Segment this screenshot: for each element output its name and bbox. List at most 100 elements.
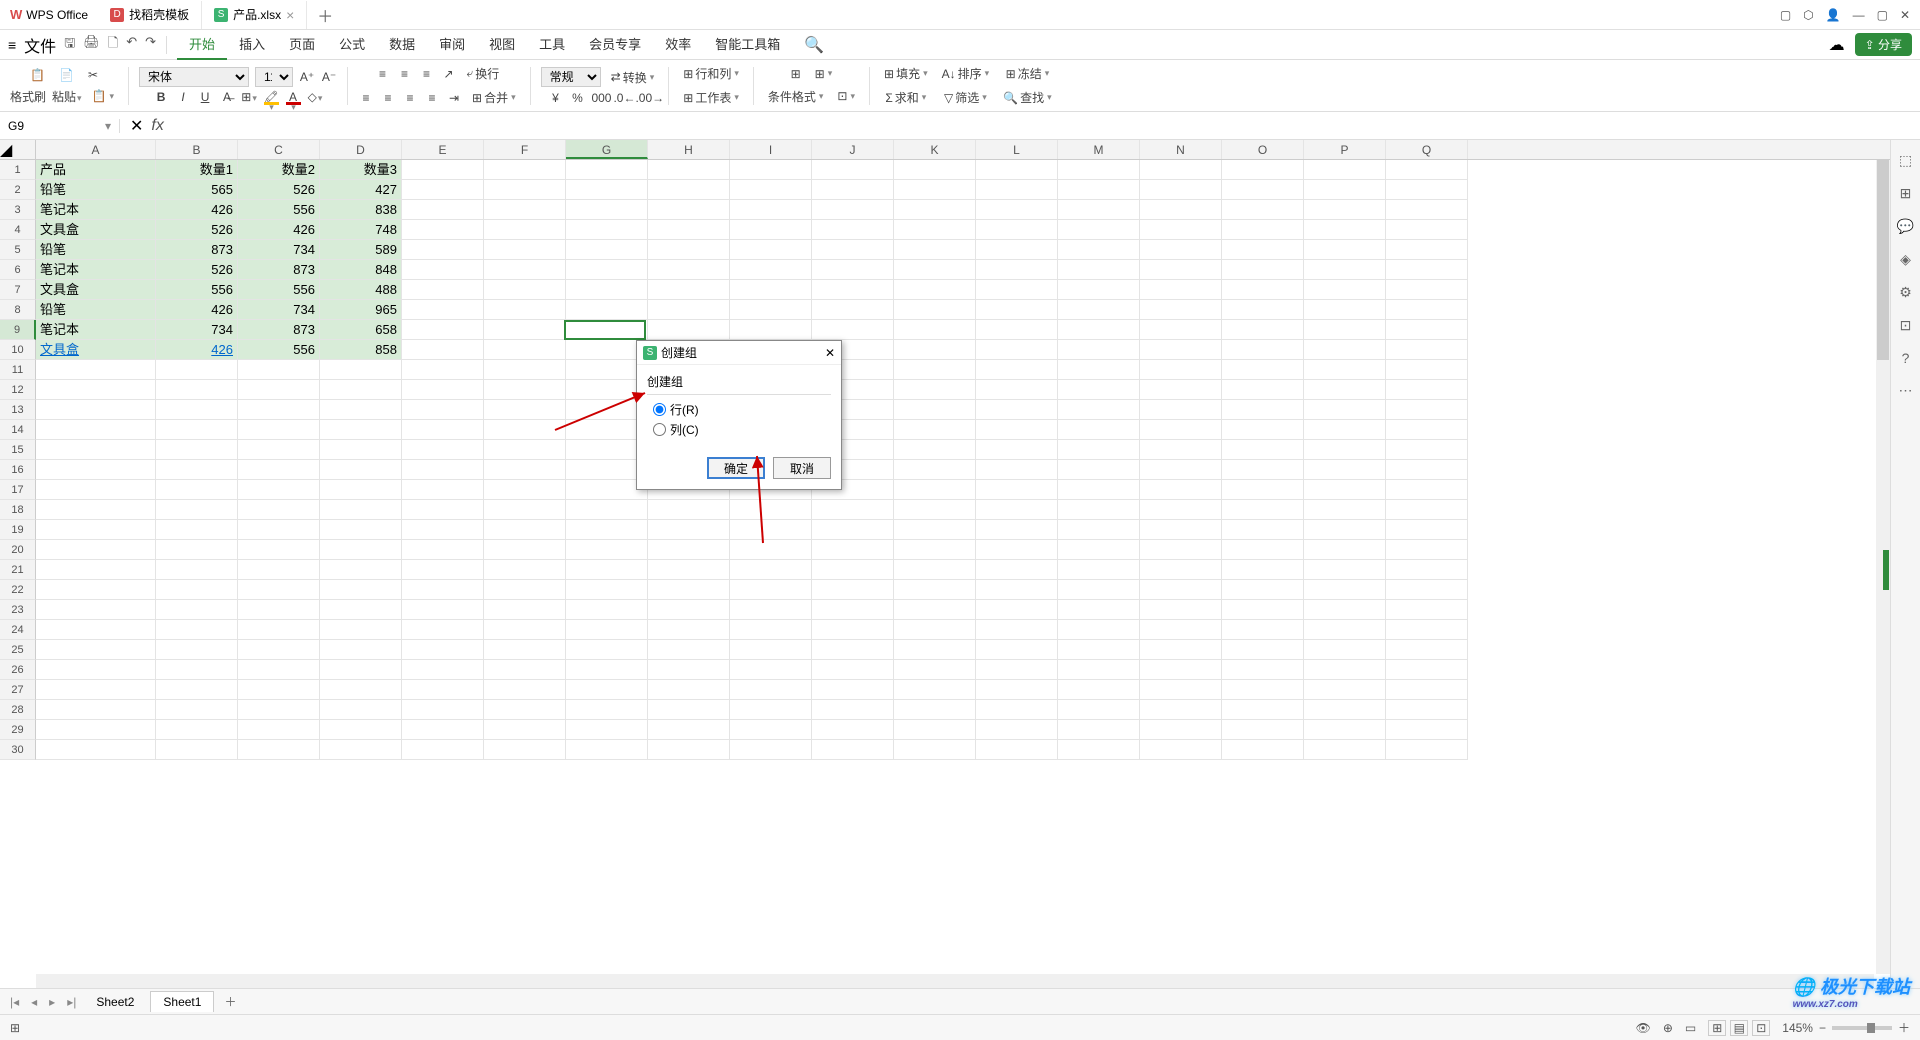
cell[interactable] bbox=[1140, 620, 1222, 640]
cell[interactable] bbox=[894, 720, 976, 740]
col-header-A[interactable]: A bbox=[36, 140, 156, 159]
cell[interactable] bbox=[894, 620, 976, 640]
cell[interactable] bbox=[566, 620, 648, 640]
cell[interactable] bbox=[1304, 200, 1386, 220]
apps-icon[interactable]: ⊡ bbox=[1900, 317, 1912, 334]
cell[interactable] bbox=[1386, 520, 1468, 540]
sheet-nav-first[interactable]: |◂ bbox=[6, 995, 23, 1009]
cell[interactable] bbox=[566, 640, 648, 660]
cell[interactable] bbox=[36, 620, 156, 640]
cell[interactable] bbox=[566, 580, 648, 600]
cell[interactable] bbox=[1222, 500, 1304, 520]
strikethrough-icon[interactable]: A̶ bbox=[219, 90, 235, 104]
font-select[interactable]: 宋体 bbox=[139, 67, 249, 87]
cell[interactable] bbox=[36, 720, 156, 740]
redo-icon[interactable]: ↷ bbox=[145, 34, 156, 56]
increase-decimal-icon[interactable]: .00→ bbox=[635, 91, 651, 105]
row-header[interactable]: 2 bbox=[0, 180, 36, 200]
cell[interactable] bbox=[1386, 280, 1468, 300]
cell[interactable] bbox=[648, 700, 730, 720]
row-header[interactable]: 11 bbox=[0, 360, 36, 380]
zoom-level[interactable]: 145% bbox=[1782, 1021, 1813, 1035]
cell[interactable] bbox=[484, 540, 566, 560]
cell[interactable] bbox=[156, 700, 238, 720]
row-header[interactable]: 17 bbox=[0, 480, 36, 500]
cell[interactable] bbox=[566, 200, 648, 220]
cell[interactable] bbox=[1222, 740, 1304, 760]
cell[interactable] bbox=[976, 560, 1058, 580]
cell[interactable] bbox=[976, 640, 1058, 660]
row-header[interactable]: 28 bbox=[0, 700, 36, 720]
row-header[interactable]: 9 bbox=[0, 320, 36, 340]
convert-button[interactable]: ⇄ 转换 bbox=[607, 67, 659, 88]
cell[interactable] bbox=[484, 200, 566, 220]
cell[interactable] bbox=[1222, 620, 1304, 640]
cell[interactable] bbox=[976, 520, 1058, 540]
cell[interactable] bbox=[730, 520, 812, 540]
cell[interactable] bbox=[812, 740, 894, 760]
cell[interactable]: 426 bbox=[156, 200, 238, 220]
align-top-icon[interactable]: ≡ bbox=[374, 67, 390, 81]
cell[interactable] bbox=[402, 440, 484, 460]
cell[interactable] bbox=[1058, 480, 1140, 500]
cell[interactable] bbox=[484, 520, 566, 540]
cell[interactable] bbox=[402, 380, 484, 400]
cell[interactable] bbox=[1386, 560, 1468, 580]
cell[interactable] bbox=[1304, 360, 1386, 380]
cell[interactable]: 笔记本 bbox=[36, 260, 156, 280]
zoom-slider[interactable] bbox=[1832, 1026, 1892, 1030]
percent-icon[interactable]: % bbox=[569, 91, 585, 105]
cell[interactable] bbox=[1058, 460, 1140, 480]
cell[interactable] bbox=[1058, 560, 1140, 580]
cell[interactable] bbox=[566, 600, 648, 620]
more-icon[interactable]: ⋯ bbox=[1899, 382, 1913, 399]
align-middle-icon[interactable]: ≡ bbox=[396, 67, 412, 81]
cell[interactable] bbox=[156, 680, 238, 700]
cell[interactable] bbox=[566, 500, 648, 520]
cell[interactable] bbox=[1058, 540, 1140, 560]
radio-row[interactable] bbox=[653, 403, 666, 416]
cell[interactable] bbox=[402, 220, 484, 240]
cell[interactable] bbox=[1304, 680, 1386, 700]
cell[interactable] bbox=[812, 620, 894, 640]
cell[interactable] bbox=[156, 720, 238, 740]
cell[interactable] bbox=[1140, 400, 1222, 420]
cell[interactable] bbox=[976, 400, 1058, 420]
cell[interactable] bbox=[1222, 520, 1304, 540]
cell[interactable] bbox=[1058, 640, 1140, 660]
cell[interactable] bbox=[648, 580, 730, 600]
cell[interactable] bbox=[1058, 580, 1140, 600]
cell[interactable] bbox=[812, 540, 894, 560]
cell[interactable] bbox=[976, 620, 1058, 640]
cell[interactable]: 铅笔 bbox=[36, 300, 156, 320]
cell[interactable] bbox=[1386, 720, 1468, 740]
cell[interactable] bbox=[812, 580, 894, 600]
close-button[interactable]: ✕ bbox=[1900, 8, 1910, 22]
cell[interactable] bbox=[812, 600, 894, 620]
print-icon[interactable]: 🖨 bbox=[83, 34, 100, 56]
cell[interactable] bbox=[566, 180, 648, 200]
cell[interactable] bbox=[1386, 260, 1468, 280]
cell[interactable] bbox=[812, 720, 894, 740]
cell[interactable] bbox=[894, 700, 976, 720]
cell[interactable] bbox=[648, 660, 730, 680]
cell[interactable] bbox=[976, 480, 1058, 500]
sheet-nav-next[interactable]: ▸ bbox=[45, 995, 59, 1009]
cell[interactable] bbox=[1304, 380, 1386, 400]
cell[interactable] bbox=[1386, 700, 1468, 720]
cell[interactable]: 748 bbox=[320, 220, 402, 240]
cell[interactable] bbox=[484, 240, 566, 260]
cell[interactable] bbox=[894, 540, 976, 560]
minimize-button[interactable]: — bbox=[1853, 8, 1865, 22]
align-left-icon[interactable]: ≡ bbox=[358, 91, 374, 105]
cell[interactable] bbox=[1304, 440, 1386, 460]
cell[interactable] bbox=[812, 560, 894, 580]
cell[interactable] bbox=[976, 300, 1058, 320]
cell[interactable] bbox=[730, 720, 812, 740]
cell[interactable] bbox=[1058, 240, 1140, 260]
currency-icon[interactable]: ¥ bbox=[547, 91, 563, 105]
row-header[interactable]: 14 bbox=[0, 420, 36, 440]
horizontal-scrollbar[interactable] bbox=[36, 974, 1874, 988]
cell[interactable]: 873 bbox=[238, 260, 320, 280]
cell[interactable] bbox=[894, 600, 976, 620]
